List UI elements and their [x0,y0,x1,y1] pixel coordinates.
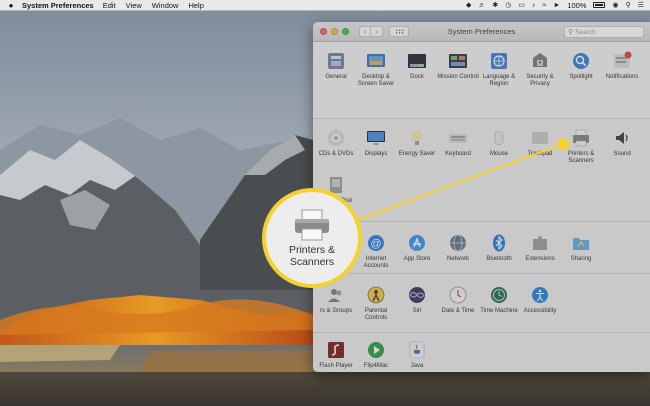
battery-percent: 100% [567,0,587,10]
bluetooth-menu-icon[interactable]: ✱ [492,1,498,9]
printers-scanners-callout: Printers & Scanners [262,188,362,288]
menu-edit[interactable]: Edit [103,1,116,10]
menu-bar: ● System Preferences Edit View Window He… [0,0,650,11]
airplay-icon[interactable]: ▭ [518,1,525,9]
dropbox-icon[interactable]: ◆ [466,1,471,9]
menu-help[interactable]: Help [188,1,203,10]
menu-view[interactable]: View [126,1,142,10]
clock-menu-icon[interactable]: ◷ [505,1,511,9]
notification-center-icon[interactable]: ☰ [638,1,644,9]
sound-menu-icon[interactable]: ► [553,2,560,9]
callout-label: Printers & Scanners [288,244,336,268]
printer-icon [292,208,332,242]
menu-app-name[interactable]: System Preferences [22,1,94,10]
volume-icon[interactable]: ♪ [532,2,536,9]
callout-target-dot [557,138,569,150]
menu-extras: ◆ ♬ ✱ ◷ ▭ ♪ ≈ ► 100% ◉ ⚲ ☰ [466,1,650,10]
apple-menu-icon[interactable]: ● [0,1,22,10]
battery-icon[interactable] [593,2,606,8]
spotlight-menu-icon[interactable]: ⚲ [626,1,631,9]
wifi-icon[interactable]: ≈ [543,2,547,9]
siri-menu-icon[interactable]: ◉ [612,1,618,9]
headphones-icon[interactable]: ♬ [478,2,485,9]
menu-window[interactable]: Window [152,1,179,10]
